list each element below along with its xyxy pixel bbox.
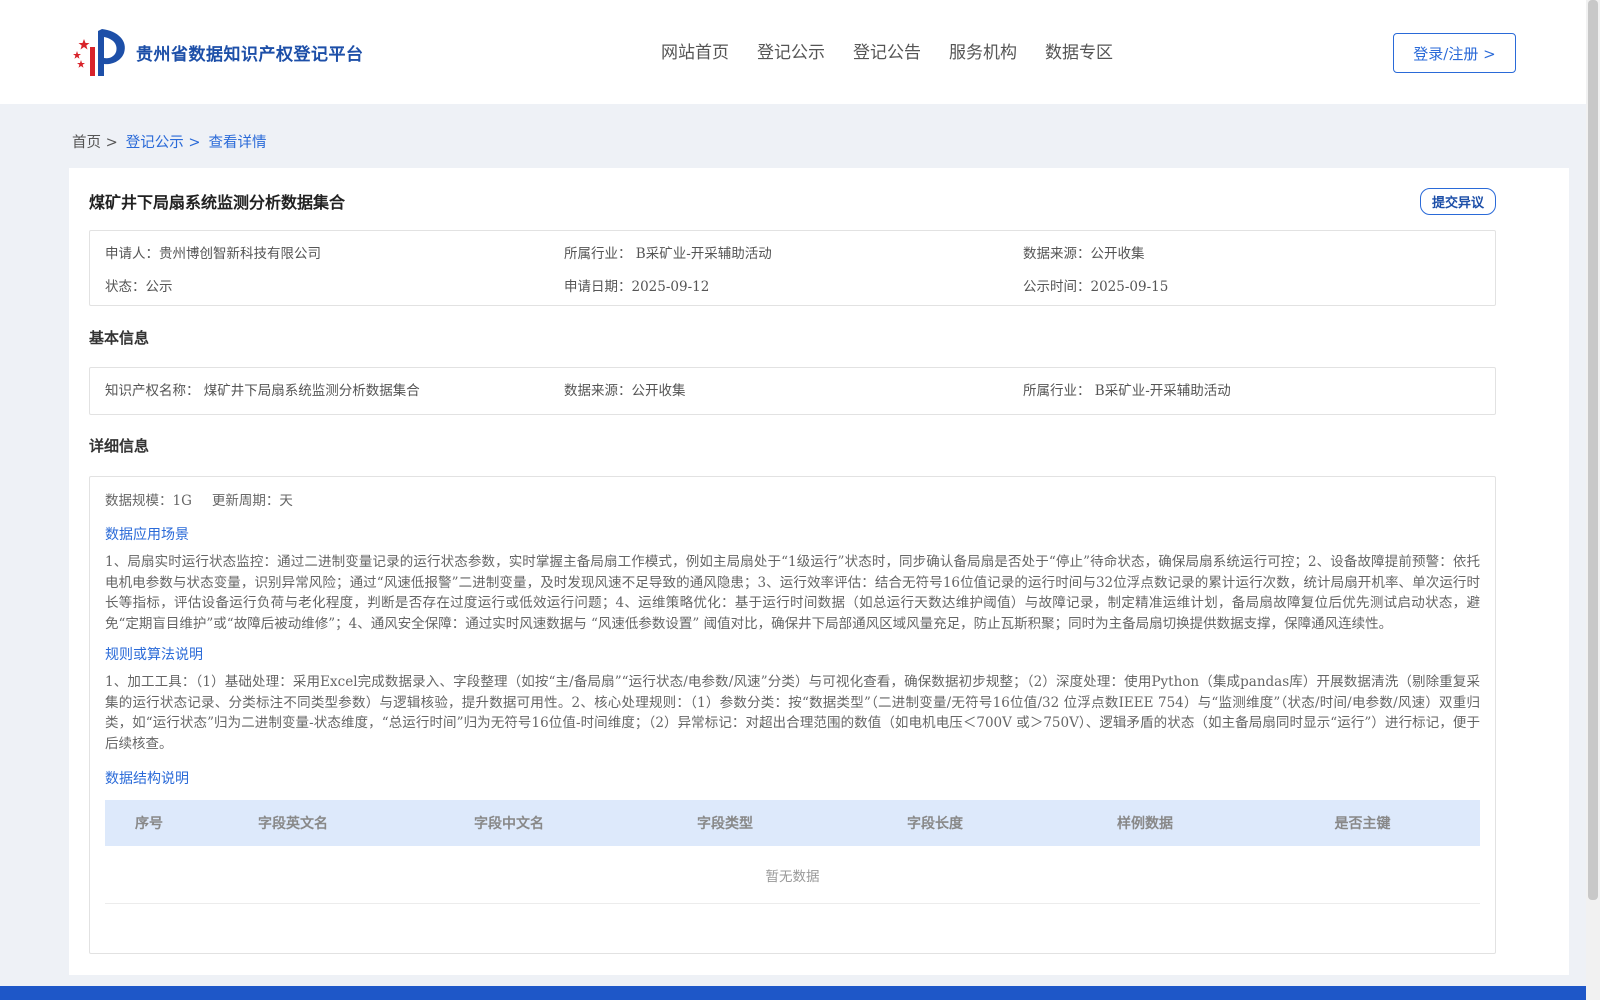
nav-data-zone[interactable]: 数据专区	[1045, 38, 1113, 63]
update-cycle: 更新周期：天	[211, 493, 293, 509]
breadcrumb: 首页 > 登记公示 > 查看详情	[72, 131, 267, 152]
site-logo[interactable]: 贵州省数据知识产权登记平台	[72, 27, 364, 77]
basic-info-box: 知识产权名称： 煤矿井下局扇系统监测分析数据集合 数据来源：公开收集 所属行业：…	[89, 367, 1496, 415]
page-title: 煤矿井下局扇系统监测分析数据集合	[89, 193, 346, 212]
record-detail-card: 煤矿井下局扇系统监测分析数据集合 提交异议 申请人：贵州博创智新科技有限公司 所…	[69, 168, 1569, 975]
scenario-text: 1、局扇实时运行状态监控：通过二进制变量记录的运行状态参数，实时掌握主备局扇工作…	[105, 554, 1480, 632]
th-field-type: 字段类型	[697, 816, 753, 832]
breadcrumb-publicity[interactable]: 登记公示 >	[126, 131, 201, 152]
logo-emblem-icon	[73, 29, 125, 76]
source-field: 数据来源：公开收集	[1023, 246, 1145, 262]
detail-meta: 数据规模：1G 更新周期：天	[105, 489, 1480, 509]
data-structure-table: 序号 字段英文名 字段中文名 字段类型 字段长度 样例数据 是否主键 暂无数据	[105, 800, 1480, 904]
page-scrollbar[interactable]	[1586, 0, 1600, 1000]
submit-dispute-button[interactable]: 提交异议	[1420, 188, 1496, 215]
status-field: 状态：公示	[105, 279, 173, 295]
public-date-field: 公示时间：2025-09-15	[1023, 279, 1169, 295]
summary-box: 申请人：贵州博创智新科技有限公司 所属行业： B采矿业-开采辅助活动 数据来源：…	[89, 230, 1496, 306]
nav-registration-announcement[interactable]: 登记公告	[853, 38, 921, 63]
breadcrumb-home[interactable]: 首页 >	[72, 131, 118, 152]
scrollbar-thumb[interactable]	[1588, 0, 1598, 900]
site-header: 贵州省数据知识产权登记平台 网站首页 登记公示 登记公告 服务机构 数据专区 登…	[0, 0, 1586, 104]
nav-service-agencies[interactable]: 服务机构	[949, 38, 1017, 63]
th-primary-key: 是否主键	[1334, 816, 1391, 832]
th-chinese-name: 字段中文名	[474, 816, 544, 832]
login-register-button[interactable]: 登录/注册 >	[1393, 33, 1516, 73]
basic-info-title: 基本信息	[89, 329, 150, 347]
data-scale: 数据规模：1G	[105, 493, 192, 509]
main-nav: 网站首页 登记公示 登记公告 服务机构 数据专区	[661, 38, 1113, 63]
breadcrumb-current: 查看详情	[208, 135, 267, 151]
site-title: 贵州省数据知识产权登记平台	[136, 44, 364, 65]
scenario-title: 数据应用场景	[105, 527, 189, 543]
detail-info-title: 详细信息	[89, 437, 150, 455]
ip-name-field: 知识产权名称： 煤矿井下局扇系统监测分析数据集合	[105, 383, 420, 399]
th-field-length: 字段长度	[907, 816, 963, 832]
table-empty-state: 暂无数据	[105, 846, 1480, 904]
table-header-row: 序号 字段英文名 字段中文名 字段类型 字段长度 样例数据 是否主键	[105, 800, 1480, 846]
rule-title: 规则或算法说明	[105, 647, 203, 663]
nav-registration-publicity[interactable]: 登记公示	[757, 38, 825, 63]
basic-industry-field: 所属行业： B采矿业-开采辅助活动	[1023, 383, 1231, 399]
th-sample-data: 样例数据	[1117, 816, 1173, 832]
basic-source-field: 数据来源：公开收集	[564, 383, 686, 399]
th-index: 序号	[135, 816, 163, 832]
industry-field: 所属行业： B采矿业-开采辅助活动	[564, 246, 772, 262]
nav-home[interactable]: 网站首页	[661, 38, 729, 63]
structure-title: 数据结构说明	[105, 771, 189, 787]
rule-text: 1、加工工具：（1）基础处理：采用Excel完成数据录入、字段整理（如按“主/备…	[105, 674, 1480, 752]
th-english-name: 字段英文名	[258, 816, 328, 832]
site-footer	[0, 986, 1586, 1000]
applicant-field: 申请人：贵州博创智新科技有限公司	[105, 246, 321, 262]
apply-date-field: 申请日期：2025-09-12	[564, 279, 710, 295]
detail-info-box: 数据规模：1G 更新周期：天 数据应用场景 1、局扇实时运行状态监控：通过二进制变…	[89, 476, 1496, 954]
